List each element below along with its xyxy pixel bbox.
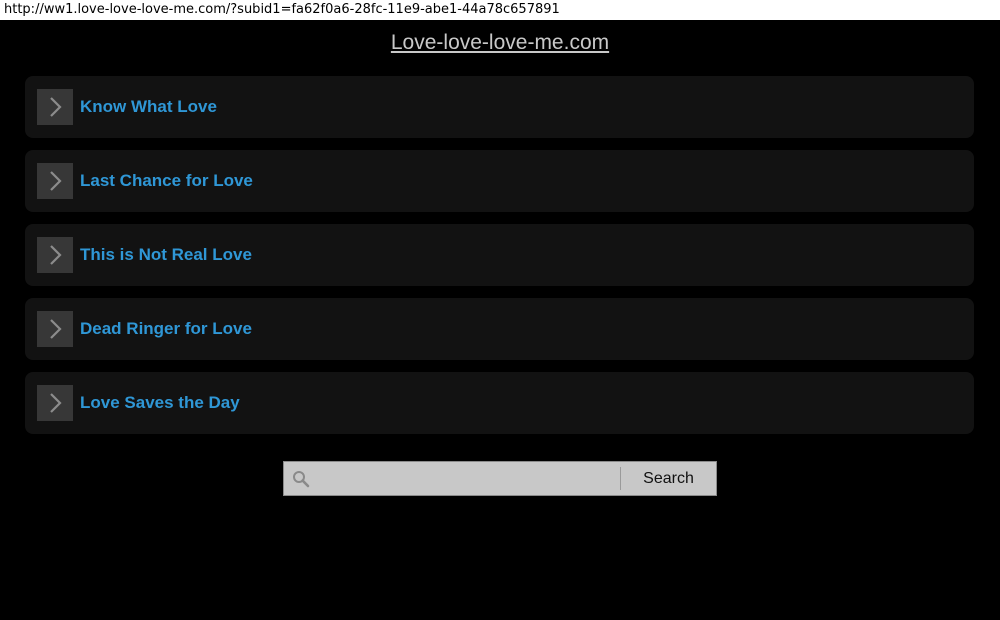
search-button[interactable]: Search [621,462,716,495]
related-link-label: Know What Love [80,97,217,116]
chevron-right-icon [37,237,73,273]
related-links-list: Know What Love Last Chance for Love This… [25,76,974,446]
search-bar: Search [283,461,717,496]
related-link-3[interactable]: This is Not Real Love [25,224,974,286]
chevron-right-icon [37,385,73,421]
search-icon [292,470,310,488]
chevron-right-icon [37,311,73,347]
related-link-label: Dead Ringer for Love [80,319,252,338]
related-link-label: Last Chance for Love [80,171,253,190]
chevron-right-icon [37,163,73,199]
search-input[interactable] [314,464,618,495]
related-link-5[interactable]: Love Saves the Day [25,372,974,434]
address-bar[interactable]: http://ww1.love-love-love-me.com/?subid1… [0,0,1000,20]
related-link-4[interactable]: Dead Ringer for Love [25,298,974,360]
related-link-1[interactable]: Know What Love [25,76,974,138]
related-link-label: Love Saves the Day [80,393,240,412]
related-link-2[interactable]: Last Chance for Love [25,150,974,212]
related-link-label: This is Not Real Love [80,245,252,264]
chevron-right-icon [37,89,73,125]
site-title-link[interactable]: Love-love-love-me.com [0,28,1000,58]
